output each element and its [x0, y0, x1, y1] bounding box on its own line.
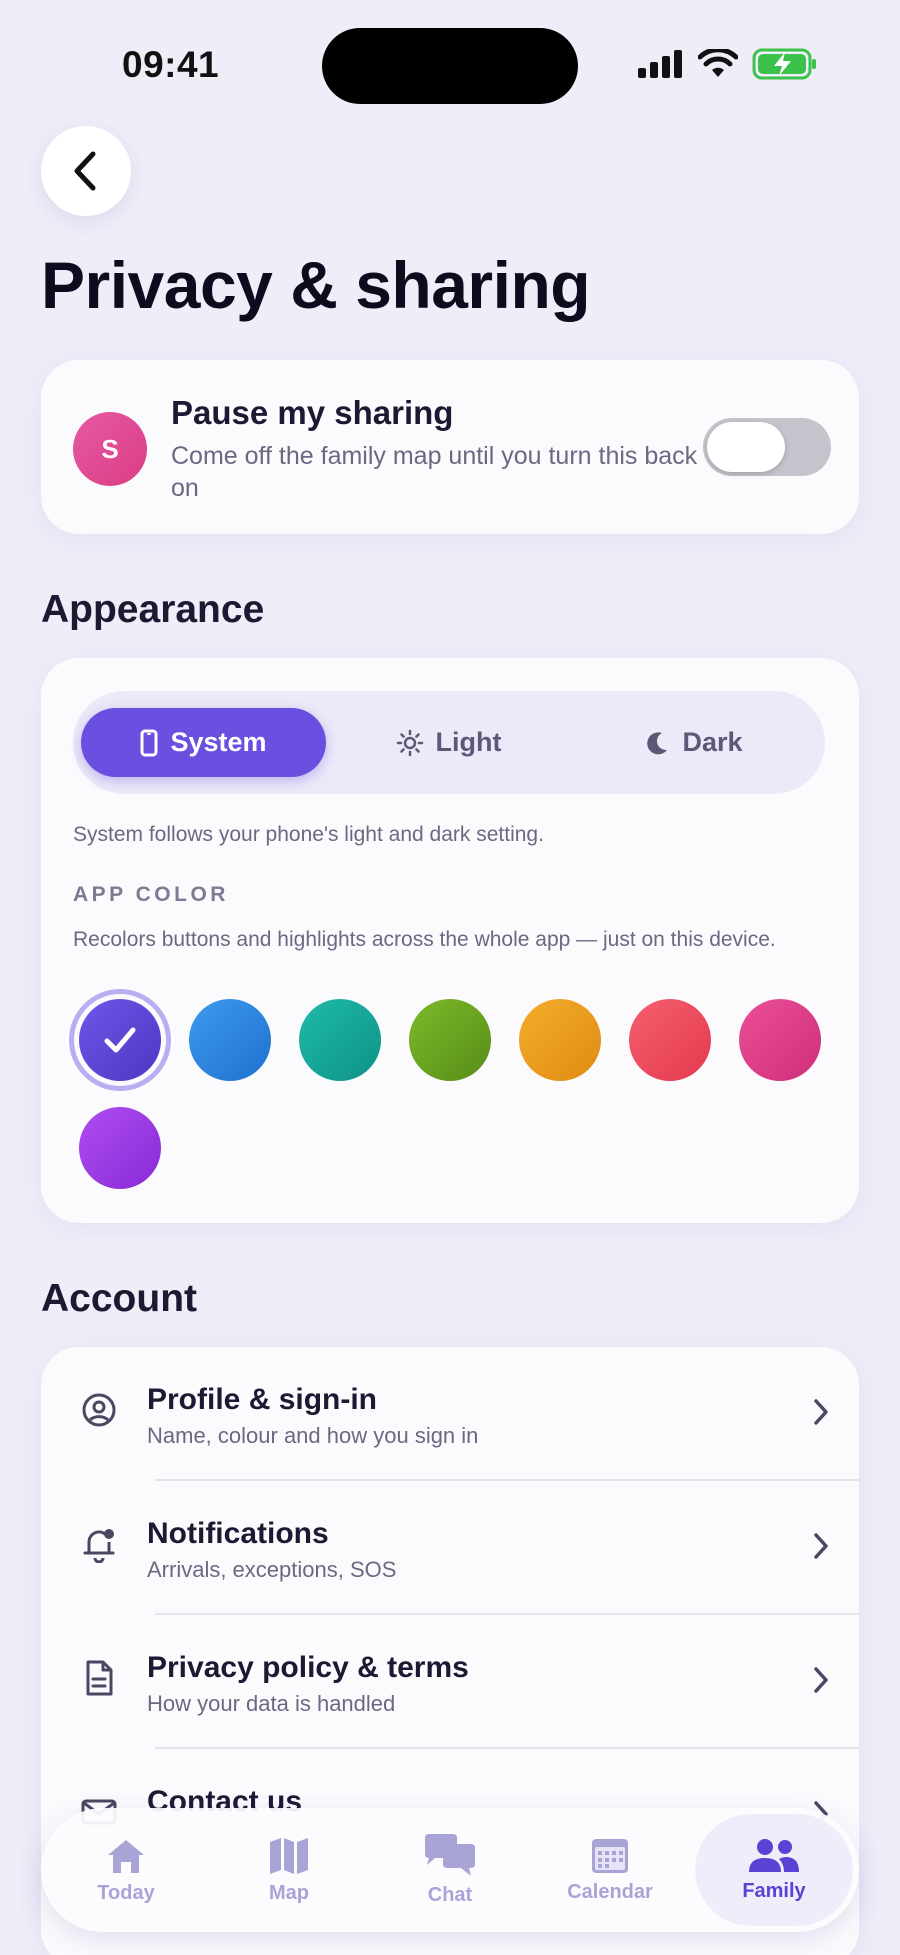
- theme-mode-selector: System Light Dark: [73, 691, 825, 794]
- avatar: S: [73, 412, 147, 486]
- pause-sharing-toggle[interactable]: [703, 418, 831, 476]
- account-row-title: Notifications: [147, 1517, 329, 1550]
- bell-icon: [79, 1524, 119, 1564]
- account-row-title: Profile & sign-in: [147, 1383, 378, 1416]
- moon-icon: [647, 731, 668, 754]
- calendar-icon: [592, 1838, 628, 1873]
- signal-icon: [638, 50, 682, 78]
- account-row-subtitle: How your data is handled: [147, 1691, 396, 1716]
- color-swatch-teal[interactable]: [299, 999, 381, 1081]
- theme-option-label: Dark: [682, 727, 743, 757]
- chevron-right-icon: [814, 1533, 828, 1559]
- tab-family[interactable]: Family: [695, 1808, 853, 1932]
- tab-label: Map: [269, 1881, 309, 1904]
- color-swatch-pink[interactable]: [739, 999, 821, 1081]
- color-swatch-green[interactable]: [409, 999, 491, 1081]
- tab-chat[interactable]: Chat: [385, 1808, 515, 1932]
- chevron-right-icon: [814, 1399, 828, 1425]
- account-row-title: Privacy policy & terms: [147, 1651, 469, 1684]
- tab-label: Family: [742, 1879, 806, 1902]
- color-swatch-indigo[interactable]: [79, 999, 161, 1081]
- account-row-notifications[interactable]: Notifications Arrivals, exceptions, SOS: [41, 1481, 859, 1615]
- tab-label: Today: [97, 1881, 155, 1904]
- battery-charging-icon: [752, 48, 816, 80]
- back-button[interactable]: [41, 126, 131, 216]
- map-icon: [270, 1837, 308, 1874]
- home-icon: [108, 1839, 144, 1873]
- tab-label: Calendar: [567, 1880, 653, 1903]
- theme-option-dark[interactable]: Dark: [571, 708, 816, 777]
- appearance-section-title: Appearance: [41, 588, 265, 631]
- color-swatch-purple[interactable]: [79, 1107, 161, 1189]
- color-swatch-red[interactable]: [629, 999, 711, 1081]
- app-color-description: Recolors buttons and highlights across t…: [73, 928, 776, 951]
- theme-option-label: System: [170, 727, 267, 757]
- pause-sharing-title: Pause my sharing: [171, 394, 454, 431]
- dynamic-island: [322, 28, 578, 104]
- checkmark-icon: [104, 1027, 136, 1053]
- theme-option-label: Light: [435, 727, 502, 757]
- pause-sharing-card: S Pause my sharing Come off the family m…: [41, 360, 859, 534]
- document-icon: [79, 1658, 119, 1698]
- wifi-icon: [698, 49, 738, 77]
- appearance-card: System Light Dark System follows your ph…: [41, 658, 859, 1223]
- theme-mode-note: System follows your phone's light and da…: [73, 823, 544, 846]
- chat-icon: [425, 1833, 475, 1876]
- chevron-left-icon: [74, 151, 96, 191]
- account-row-subtitle: Arrivals, exceptions, SOS: [147, 1557, 397, 1582]
- chevron-right-icon: [814, 1667, 828, 1693]
- tab-today[interactable]: Today: [61, 1808, 191, 1932]
- tab-map[interactable]: Map: [224, 1808, 354, 1932]
- theme-option-light[interactable]: Light: [326, 708, 571, 777]
- theme-option-system[interactable]: System: [81, 708, 326, 777]
- phone-icon: [140, 729, 158, 756]
- color-swatch-blue[interactable]: [189, 999, 271, 1081]
- tab-label: Chat: [427, 1883, 473, 1906]
- status-icons: [638, 48, 818, 80]
- family-icon: [749, 1838, 799, 1872]
- pause-sharing-subtitle: Come off the family map until you turn t…: [171, 442, 698, 502]
- status-bar: 09:41: [0, 0, 900, 120]
- color-swatch-orange[interactable]: [519, 999, 601, 1081]
- app-color-label: APP COLOR: [73, 883, 229, 906]
- page-title: Privacy & sharing: [41, 248, 591, 322]
- account-row-privacy-policy[interactable]: Privacy policy & terms How your data is …: [41, 1615, 859, 1749]
- tab-bar: Today Map Chat Calendar Family: [41, 1808, 859, 1932]
- tab-calendar[interactable]: Calendar: [545, 1808, 675, 1932]
- user-circle-icon: [79, 1390, 119, 1430]
- account-row-subtitle: Name, colour and how you sign in: [147, 1423, 479, 1448]
- sun-icon: [396, 729, 423, 756]
- toggle-knob: [707, 422, 785, 472]
- status-time: 09:41: [122, 44, 220, 85]
- account-section-title: Account: [41, 1277, 197, 1320]
- account-row-profile[interactable]: Profile & sign-in Name, colour and how y…: [41, 1347, 859, 1481]
